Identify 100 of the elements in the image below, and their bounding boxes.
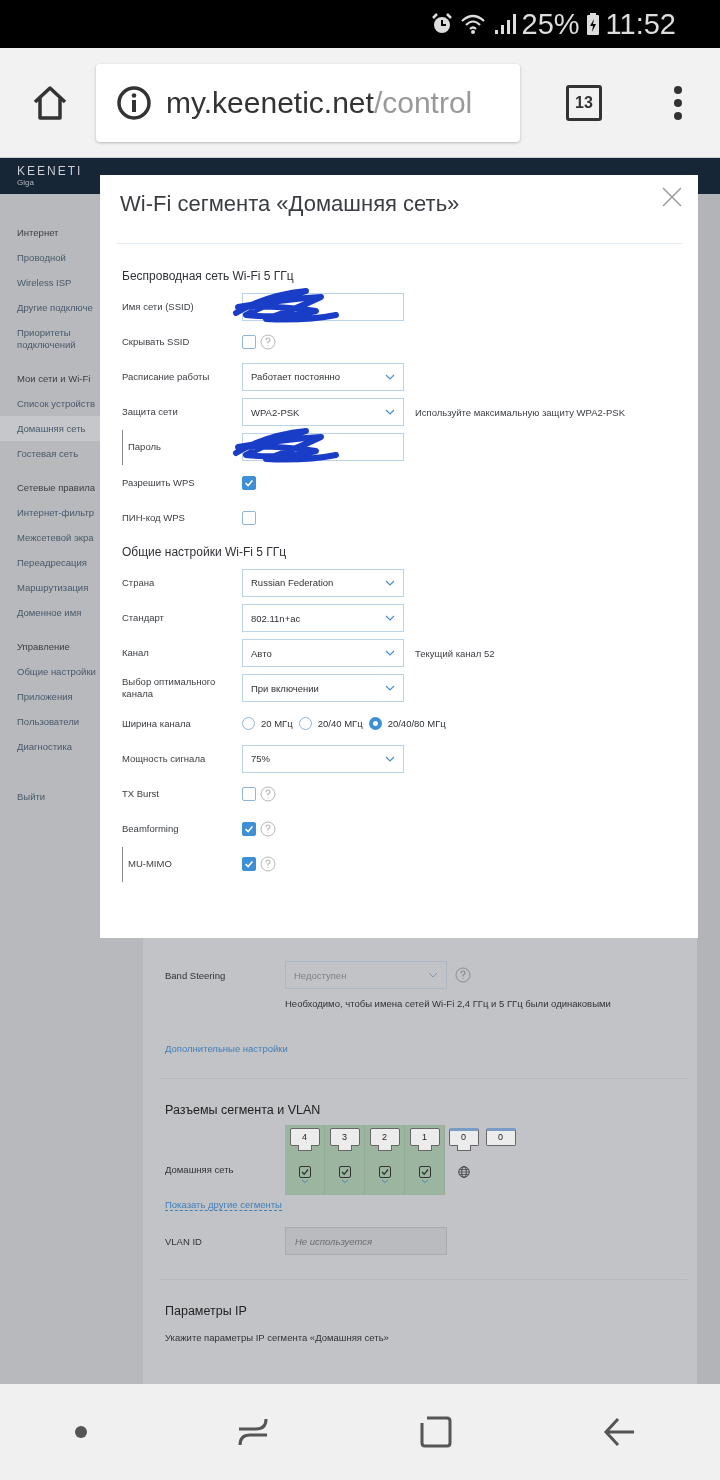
clock-time: 11:52 [605, 7, 676, 41]
sidebar-item[interactable]: Маршрутизация [0, 575, 100, 600]
sidebar-item[interactable]: Список устройств [0, 391, 100, 416]
field-label: Beamforming [122, 823, 180, 836]
menu-icon[interactable] [672, 84, 684, 121]
select-field[interactable]: Авто [242, 639, 404, 668]
field-label: Расписание работы [122, 370, 211, 383]
tab-count-button[interactable]: 13 [566, 84, 602, 121]
field-label: Band Steering [165, 969, 227, 981]
dialog-title: Wi-Fi сегмента «Домашняя сеть» [120, 191, 460, 217]
close-icon[interactable] [662, 187, 682, 207]
url-host: my.keenetic.net [166, 85, 374, 120]
model-name: Giga [17, 179, 35, 187]
section-title: Разъемы сегмента и VLAN [165, 1103, 322, 1117]
url-path: /control [373, 85, 473, 120]
field-label: Имя сети (SSID) [122, 300, 195, 313]
checkbox[interactable] [242, 787, 256, 802]
sidebar-item[interactable]: Домашняя сеть [0, 416, 100, 441]
chevron-icon [385, 755, 395, 762]
port-connector: 0 [448, 1128, 479, 1152]
hint-text: Используйте максимальную защиту WPA2-PSK [415, 406, 625, 418]
radio-option[interactable]: 20/40/80 МГц [368, 717, 446, 731]
select-field[interactable]: Russian Federation [242, 568, 404, 597]
checkbox[interactable] [242, 334, 256, 349]
chevron-icon [385, 579, 395, 586]
checkbox[interactable] [242, 822, 256, 837]
checkbox[interactable] [242, 857, 256, 872]
section-title: Параметры IP [165, 1304, 248, 1318]
info-icon [116, 84, 152, 121]
sidebar-heading[interactable]: Сетевые правила [0, 475, 100, 500]
field-label: TX Burst [122, 788, 160, 801]
hint-text: Текущий канал 52 [415, 647, 495, 659]
field-label: Защита сети [122, 406, 179, 419]
sidebar-item[interactable]: Проводной [0, 245, 100, 270]
radio-option[interactable]: 20 МГц [242, 717, 293, 731]
chevron-icon [385, 409, 395, 416]
chevron-icon [385, 650, 395, 657]
port-cell[interactable]: 4 [285, 1125, 325, 1195]
sidebar-item[interactable]: Выйти [0, 784, 100, 809]
chevron-icon [385, 373, 395, 380]
sidebar-item[interactable]: Доменное имя [0, 600, 100, 625]
radio-option[interactable]: 20/40 МГц [298, 717, 363, 731]
section-description: Укажите параметры IP сегмента «Домашняя сеть» [165, 1332, 390, 1343]
battery-icon [585, 12, 600, 36]
sidebar-item[interactable]: Пользователи [0, 709, 100, 734]
field-label: ПИН-код WPS [122, 511, 186, 524]
sidebar-item[interactable]: Гостевая сеть [0, 441, 100, 466]
field-label: VLAN ID [165, 1235, 203, 1247]
select-field[interactable]: 75% [242, 744, 404, 773]
segment-label: Домашняя сеть [165, 1164, 235, 1177]
battery-percent: 25% [521, 7, 580, 41]
sidebar-item[interactable]: Приложения [0, 684, 100, 709]
signal-icon [493, 12, 516, 36]
sidebar-item[interactable]: Межсетевой экра [0, 525, 100, 550]
vlan-id-field[interactable]: Не используется [285, 1227, 447, 1255]
chevron-icon [385, 615, 395, 622]
port-cell[interactable]: 2 [365, 1125, 405, 1195]
port-connector: 3 [329, 1128, 360, 1152]
field-label: Скрывать SSID [122, 335, 191, 348]
port-connector: 0 [485, 1128, 516, 1152]
field-label: Разрешить WPS [122, 476, 196, 489]
field-label: Ширина канала [122, 717, 192, 730]
port-cell[interactable]: 3 [325, 1125, 365, 1195]
logo: KEENETI [17, 165, 83, 177]
globe-icon [457, 1166, 470, 1178]
field-label: Мощность сигнала [122, 752, 207, 765]
chevron-icon [385, 685, 395, 692]
checkbox[interactable] [242, 510, 256, 525]
select-field[interactable]: 802.11n+ac [242, 604, 404, 633]
section-title: Общие настройки Wi-Fi 5 ГГц [121, 545, 288, 560]
port-connector: 1 [409, 1128, 440, 1152]
sidebar-item[interactable]: Диагностика [0, 734, 100, 759]
url-field[interactable]: my.keenetic.net/control [96, 63, 520, 142]
sidebar-item[interactable]: Приоритеты подключений [0, 320, 100, 357]
sidebar-item[interactable]: Интернет-фильтр [0, 500, 100, 525]
dot-icon[interactable] [74, 1426, 87, 1438]
checkbox-icon [378, 1166, 391, 1184]
select-field[interactable]: При включении [242, 674, 404, 703]
back-icon[interactable] [601, 1415, 636, 1449]
select-field[interactable]: WPA2-PSK [242, 398, 404, 427]
sidebar-heading[interactable]: Мои сети и Wi-Fi [0, 366, 100, 391]
sidebar-item[interactable]: Общие настройки [0, 659, 100, 684]
port-connector: 4 [289, 1128, 320, 1152]
field-label: Стандарт [122, 612, 165, 625]
port-cell[interactable]: 1 [405, 1125, 445, 1195]
sidebar-heading[interactable]: Управление [0, 634, 100, 659]
port-cell[interactable]: 0 [482, 1125, 519, 1195]
sidebar-heading[interactable]: Интернет [0, 220, 100, 245]
section-title: Беспроводная сеть Wi-Fi 5 ГГц [121, 269, 295, 283]
sidebar-item[interactable]: Переадресация [0, 550, 100, 575]
checkbox[interactable] [242, 475, 256, 490]
sidebar-item[interactable]: Другие подключе [0, 295, 100, 320]
chevron-icon [428, 972, 438, 978]
checkbox-icon [298, 1166, 311, 1184]
sidebar-item[interactable]: Wireless ISP [0, 270, 100, 295]
port-connector: 2 [369, 1128, 400, 1152]
select-field[interactable]: Работает постоянно [242, 362, 404, 391]
port-cell[interactable]: 0 [445, 1125, 482, 1195]
field-label: Выбор оптимального канала [122, 676, 217, 701]
checkbox-icon [338, 1166, 351, 1184]
